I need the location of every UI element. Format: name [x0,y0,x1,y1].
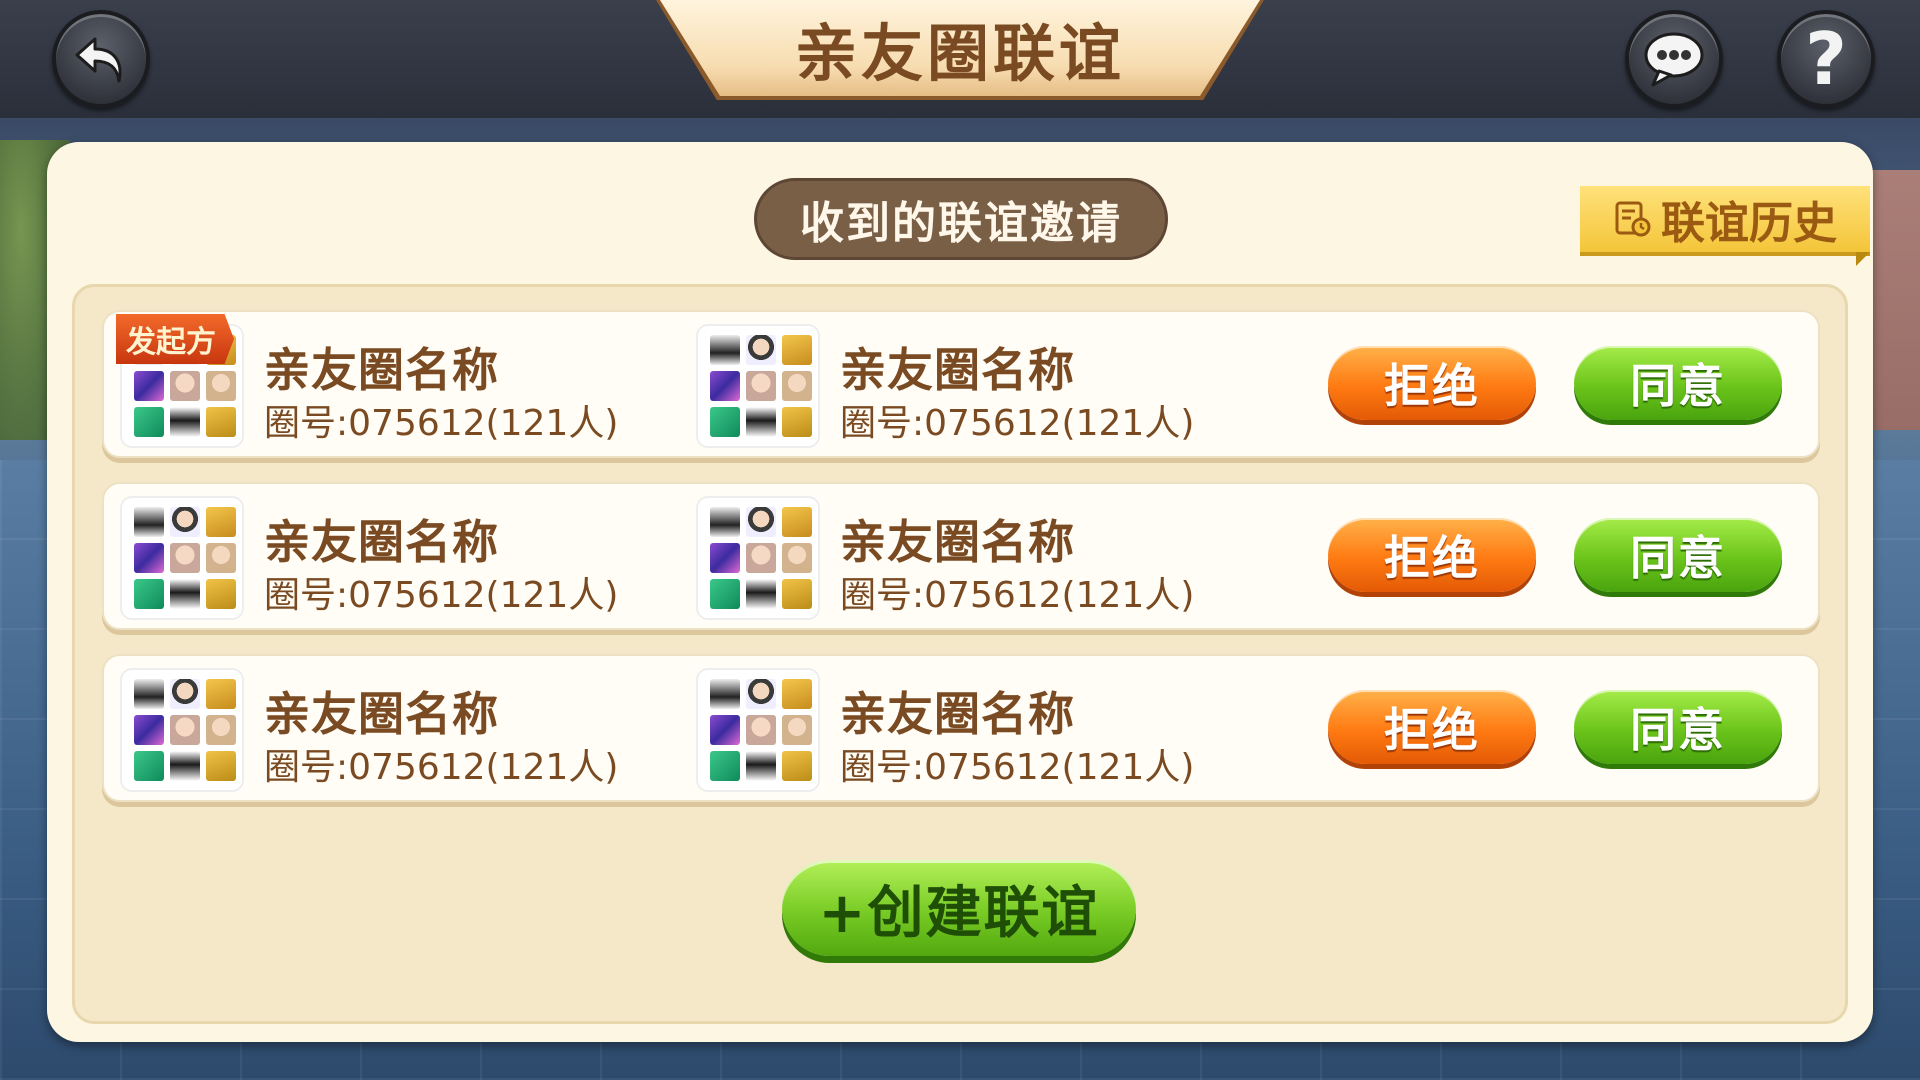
reject-button[interactable]: 拒绝 [1328,518,1536,592]
avatar [134,751,164,781]
club-name: 亲友圈名称 [840,343,1075,397]
avatar [206,543,236,573]
avatar [134,715,164,745]
avatar [170,715,200,745]
avatar [710,407,740,437]
club-id: 圈号:075612(121人) [264,403,619,444]
avatar [134,371,164,401]
club-avatar-grid [698,670,818,790]
reject-button[interactable]: 拒绝 [1328,346,1536,420]
avatar [170,407,200,437]
avatar [206,507,236,537]
reject-button[interactable]: 拒绝 [1328,690,1536,764]
avatar [710,751,740,781]
avatar [206,679,236,709]
club-name: 亲友圈名称 [840,687,1075,741]
avatar [746,407,776,437]
avatar [170,679,200,709]
club-id: 圈号:075612(121人) [264,575,619,616]
history-tab[interactable]: 联谊历史 [1580,186,1870,256]
chat-bubble-icon [1644,32,1704,87]
club-name: 亲友圈名称 [264,515,499,569]
avatar [710,679,740,709]
avatar [782,543,812,573]
top-bar: 亲友圈联谊 ? [0,0,1920,118]
avatar [782,507,812,537]
avatar [746,751,776,781]
avatar [746,335,776,365]
avatar [134,407,164,437]
chat-button[interactable] [1625,10,1723,108]
history-doc-icon [1615,201,1651,237]
avatar [710,579,740,609]
avatar [134,679,164,709]
avatar [746,579,776,609]
back-button[interactable] [52,10,150,108]
page-title: 亲友圈联谊 [794,17,1125,90]
avatar [746,371,776,401]
history-tab-label: 联谊历史 [1661,198,1837,249]
avatar [782,407,812,437]
avatar [206,371,236,401]
help-button[interactable]: ? [1777,10,1875,108]
avatar [782,751,812,781]
avatar [710,335,740,365]
club-name: 亲友圈名称 [264,687,499,741]
avatar [710,715,740,745]
avatar [206,715,236,745]
avatar [206,407,236,437]
avatar [782,579,812,609]
avatar [746,715,776,745]
back-arrow-icon [75,37,122,83]
club-name: 亲友圈名称 [264,343,499,397]
club-id: 圈号:075612(121人) [264,747,619,788]
create-alliance-button[interactable]: +创建联谊 [782,860,1136,956]
avatar [134,579,164,609]
invite-row: 发起方 亲友圈名称 圈号:075612(121人) 亲友圈名称 圈号:07561… [102,310,1820,458]
club-avatar-grid [698,498,818,618]
avatar [710,371,740,401]
avatar [782,715,812,745]
club-id: 圈号:075612(121人) [840,575,1195,616]
title-banner: 亲友圈联谊 [660,0,1260,96]
avatar [782,679,812,709]
club-id: 圈号:075612(121人) [840,747,1195,788]
club-avatar-grid [698,326,818,446]
avatar [746,543,776,573]
avatar [746,679,776,709]
club-avatar-grid [122,498,242,618]
avatar [170,371,200,401]
avatar [170,507,200,537]
avatar [710,543,740,573]
invite-row: 亲友圈名称 圈号:075612(121人) 亲友圈名称 圈号:075612(12… [102,654,1820,802]
agree-button[interactable]: 同意 [1574,518,1782,592]
avatar [782,371,812,401]
club-name: 亲友圈名称 [840,515,1075,569]
avatar [746,507,776,537]
avatar [134,543,164,573]
avatar [170,579,200,609]
avatar [206,751,236,781]
invite-row: 亲友圈名称 圈号:075612(121人) 亲友圈名称 圈号:075612(12… [102,482,1820,630]
avatar [782,335,812,365]
avatar [710,507,740,537]
agree-button[interactable]: 同意 [1574,346,1782,420]
avatar [134,507,164,537]
received-invitations-label: 收到的联谊邀请 [754,178,1168,260]
club-avatar-grid [122,670,242,790]
avatar [170,543,200,573]
club-id: 圈号:075612(121人) [840,403,1195,444]
avatar [170,751,200,781]
initiator-badge: 发起方 [116,314,234,364]
avatar [206,579,236,609]
question-mark-icon: ? [1805,17,1847,101]
agree-button[interactable]: 同意 [1574,690,1782,764]
